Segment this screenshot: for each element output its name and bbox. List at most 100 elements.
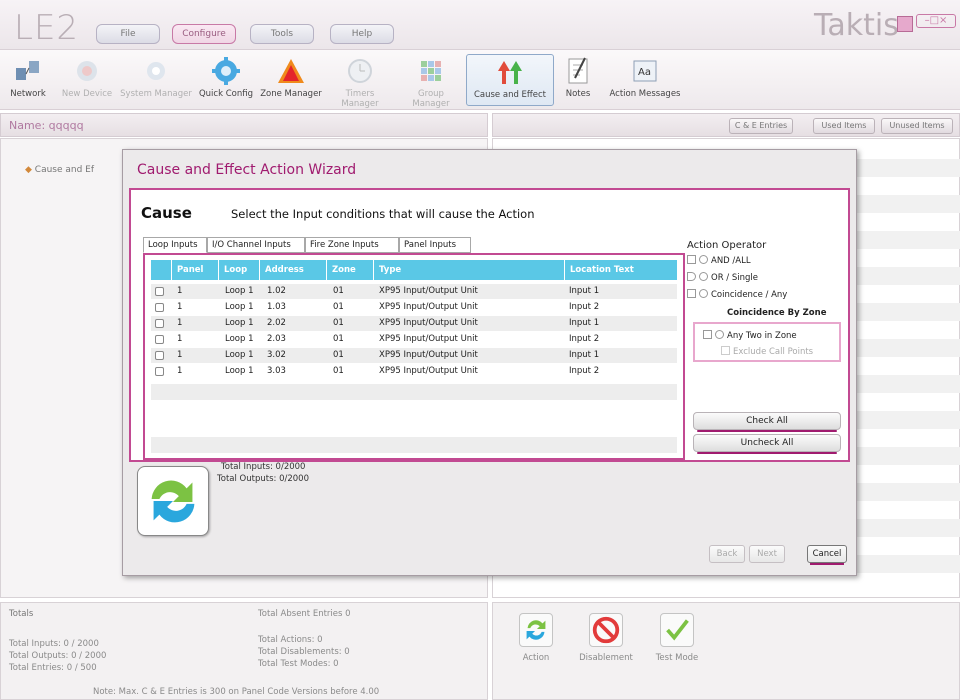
next-button[interactable]: Next: [749, 545, 785, 563]
any-two-in-zone[interactable]: Any Two in Zone: [703, 330, 797, 341]
no-entry-icon: [589, 613, 623, 647]
test-mode-button[interactable]: Test Mode: [649, 613, 705, 663]
tool-zone-manager[interactable]: Zone Manager: [260, 54, 322, 106]
wizard-content: Cause Select the Input conditions that w…: [129, 188, 850, 462]
check-all-button[interactable]: Check All: [693, 412, 841, 432]
table-row[interactable]: 1 Loop 1 1.02 01 XP95 Input/Output Unit …: [151, 284, 677, 299]
row-checkbox[interactable]: [155, 367, 164, 376]
tool-system-manager[interactable]: System Manager: [120, 54, 192, 106]
tool-label: Quick Config: [198, 89, 253, 99]
cell-panel: 1: [177, 334, 183, 344]
menu-file[interactable]: File: [96, 24, 160, 44]
row-checkbox[interactable]: [155, 319, 164, 328]
radio[interactable]: [699, 272, 708, 281]
table-row[interactable]: 1 Loop 1 2.03 01 XP95 Input/Output Unit …: [151, 332, 677, 347]
tab-panel-inputs[interactable]: Panel Inputs: [399, 237, 471, 253]
tool-group-manager[interactable]: Group Manager: [400, 54, 462, 109]
tab-fire-zone-inputs[interactable]: Fire Zone Inputs: [305, 237, 399, 253]
toolbar: Network New Device System Manager Quick …: [0, 50, 960, 110]
table-row[interactable]: 1 Loop 1 3.03 01 XP95 Input/Output Unit …: [151, 364, 677, 379]
totals-note: Note: Max. C & E Entries is 300 on Panel…: [93, 687, 380, 697]
operator-coincidence-any[interactable]: Coincidence / Any: [687, 289, 787, 300]
cell-panel: 1: [177, 286, 183, 296]
operator-or-single[interactable]: OR / Single: [687, 272, 758, 283]
cell-location: Input 1: [569, 318, 600, 328]
cell-type: XP95 Input/Output Unit: [379, 366, 478, 376]
operator-label: OR / Single: [711, 273, 758, 283]
operator-and-all[interactable]: AND /ALL: [687, 255, 751, 266]
menu-help[interactable]: Help: [330, 24, 394, 44]
radio[interactable]: [715, 330, 724, 339]
totals-panel: Totals Total Inputs: 0 / 2000 Total Outp…: [0, 602, 488, 700]
exclude-call-points[interactable]: Exclude Call Points: [721, 346, 813, 357]
row-checkbox[interactable]: [155, 303, 164, 312]
checkbox[interactable]: [687, 272, 696, 281]
brand-icon: [897, 16, 913, 32]
cell-type: XP95 Input/Output Unit: [379, 350, 478, 360]
tool-action-messages[interactable]: Aa Action Messages: [602, 54, 688, 106]
svg-text:Aa: Aa: [638, 67, 651, 78]
column-header-address[interactable]: Address: [260, 260, 326, 280]
tab-io-channel-inputs[interactable]: I/O Channel Inputs: [207, 237, 305, 253]
cell-type: XP95 Input/Output Unit: [379, 302, 478, 312]
name-label: Name: qqqqq: [9, 119, 84, 132]
action-button[interactable]: Action: [513, 613, 559, 663]
column-header-location-text[interactable]: Location Text: [565, 260, 677, 280]
row-checkbox[interactable]: [155, 335, 164, 344]
tool-label: Group Manager: [412, 89, 450, 109]
checkbox[interactable]: [721, 346, 730, 355]
test-mode-label: Test Mode: [655, 653, 699, 663]
cell-address: 1.03: [267, 302, 286, 312]
menu-tools[interactable]: Tools: [250, 24, 314, 44]
cell-address: 1.02: [267, 286, 286, 296]
right-button-bar: C & E Entries Used Items Unused Items: [492, 113, 960, 137]
radio[interactable]: [699, 289, 708, 298]
exclude-label: Exclude Call Points: [733, 347, 814, 357]
cell-zone: 01: [333, 334, 344, 344]
cause-subheading: Select the Input conditions that will ca…: [231, 207, 535, 221]
tool-network[interactable]: Network: [4, 54, 52, 106]
action-operator-title: Action Operator: [687, 240, 767, 251]
tool-cause-and-effect[interactable]: Cause and Effect: [466, 54, 554, 106]
uncheck-all-button[interactable]: Uncheck All: [693, 434, 841, 454]
row-checkbox[interactable]: [155, 287, 164, 296]
any-two-label: Any Two in Zone: [727, 331, 797, 341]
disablement-label: Disablement: [579, 653, 633, 663]
tool-notes[interactable]: Notes: [558, 54, 598, 106]
name-bar: Name: qqqqq: [0, 113, 488, 137]
tool-label: New Device: [61, 89, 113, 99]
operator-label: Coincidence / Any: [711, 290, 788, 300]
table-row[interactable]: 1 Loop 1 2.02 01 XP95 Input/Output Unit …: [151, 316, 677, 331]
radio[interactable]: [699, 255, 708, 264]
cancel-button[interactable]: Cancel: [807, 545, 847, 565]
action-label: Action: [522, 653, 550, 663]
window-controls[interactable]: –□×: [916, 14, 956, 28]
unused-items-button[interactable]: Unused Items: [881, 118, 953, 134]
checkbox[interactable]: [687, 255, 696, 264]
table-row[interactable]: 1 Loop 1 3.02 01 XP95 Input/Output Unit …: [151, 348, 677, 363]
tab-loop-inputs[interactable]: Loop Inputs: [143, 237, 207, 253]
tool-timers-manager[interactable]: Timers Manager: [326, 54, 394, 109]
back-button[interactable]: Back: [709, 545, 745, 563]
tree-item-cause-effect[interactable]: ◆ Cause and Ef: [25, 165, 94, 175]
column-header-type[interactable]: Type: [374, 260, 564, 280]
ce-entries-button[interactable]: C & E Entries: [729, 118, 793, 134]
totals-inputs: Total Inputs: 0 / 2000: [9, 639, 99, 649]
menu-configure[interactable]: Configure: [172, 24, 236, 44]
column-header-loop[interactable]: Loop: [219, 260, 259, 280]
checkbox[interactable]: [703, 330, 712, 339]
tool-quick-config[interactable]: Quick Config: [196, 54, 256, 106]
column-header-panel[interactable]: Panel: [172, 260, 218, 280]
used-items-button[interactable]: Used Items: [813, 118, 875, 134]
row-checkbox[interactable]: [155, 351, 164, 360]
refresh-icon: [137, 466, 209, 536]
tool-new-device[interactable]: New Device: [58, 54, 116, 106]
cell-loop: Loop 1: [225, 318, 254, 328]
checkbox[interactable]: [687, 289, 696, 298]
table-row[interactable]: 1 Loop 1 1.03 01 XP95 Input/Output Unit …: [151, 300, 677, 315]
grid-icon: [421, 61, 441, 81]
totals-outputs: Total Outputs: 0 / 2000: [9, 651, 107, 661]
column-header-zone[interactable]: Zone: [327, 260, 373, 280]
brand-logo: Taktis: [814, 8, 899, 43]
disablement-button[interactable]: Disablement: [573, 613, 639, 663]
